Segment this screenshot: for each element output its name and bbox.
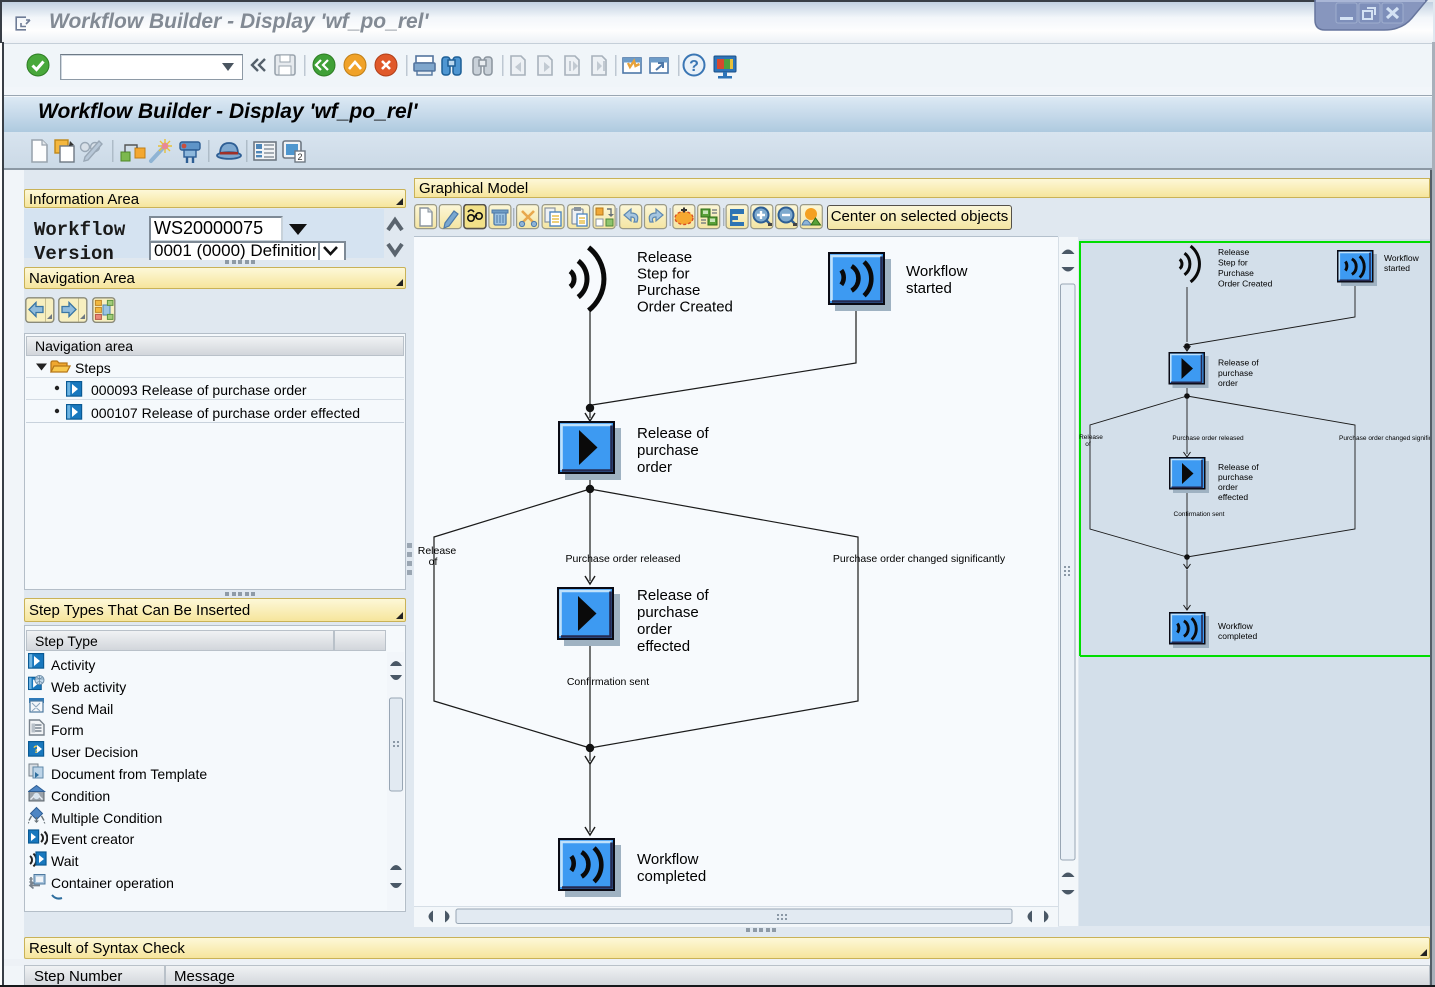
svg-text:Purchase: Purchase bbox=[637, 282, 700, 299]
svg-text:of: of bbox=[1085, 441, 1091, 448]
svg-text:Order Created: Order Created bbox=[1218, 279, 1273, 289]
svg-text:Workflow: Workflow bbox=[1218, 621, 1254, 631]
svg-text:Workflow: Workflow bbox=[906, 263, 968, 280]
svg-text:Purchase: Purchase bbox=[1218, 268, 1254, 278]
svg-text:Release of: Release of bbox=[1218, 358, 1259, 368]
svg-text:completed: completed bbox=[1218, 631, 1257, 641]
svg-text:order: order bbox=[637, 459, 672, 476]
svg-text:Purchase order released: Purchase order released bbox=[1172, 435, 1244, 442]
svg-text:purchase: purchase bbox=[1218, 368, 1253, 378]
svg-text:Confirmation sent: Confirmation sent bbox=[1174, 511, 1225, 518]
svg-text:Release: Release bbox=[1218, 247, 1249, 257]
svg-text:order: order bbox=[1218, 378, 1238, 388]
svg-text:Step for: Step for bbox=[637, 266, 690, 283]
svg-text:started: started bbox=[1384, 263, 1410, 273]
svg-text:Workflow: Workflow bbox=[1384, 253, 1420, 263]
svg-text:purchase: purchase bbox=[1218, 472, 1253, 482]
svg-text:order: order bbox=[1218, 482, 1238, 492]
svg-text:purchase: purchase bbox=[637, 442, 699, 459]
svg-text:Confirmation sent: Confirmation sent bbox=[567, 676, 649, 688]
svg-text:Release: Release bbox=[1079, 434, 1103, 441]
svg-text:effected: effected bbox=[637, 638, 690, 655]
svg-text:Purchase order released: Purchase order released bbox=[566, 553, 681, 565]
svg-text:Release: Release bbox=[637, 249, 692, 266]
svg-text:started: started bbox=[906, 280, 952, 297]
svg-text:Purchase order changed signifi: Purchase order changed significantly bbox=[833, 553, 1006, 565]
svg-text:Purchase order changed signif: Purchase order changed significant bbox=[1339, 435, 1433, 442]
svg-text:effected: effected bbox=[1218, 492, 1248, 502]
svg-text:Workflow: Workflow bbox=[637, 851, 699, 868]
svg-text:Release of: Release of bbox=[637, 425, 710, 442]
svg-text:Step for: Step for bbox=[1218, 258, 1248, 268]
svg-text:completed: completed bbox=[637, 868, 706, 885]
svg-text:order: order bbox=[637, 621, 672, 638]
svg-text:2: 2 bbox=[297, 152, 302, 162]
svg-text:?: ? bbox=[689, 58, 699, 75]
svg-text:of: of bbox=[429, 556, 438, 568]
svg-text:Release of: Release of bbox=[1218, 462, 1259, 472]
svg-text:Order Created: Order Created bbox=[637, 299, 733, 316]
svg-text:Release of: Release of bbox=[637, 587, 710, 604]
svg-text:purchase: purchase bbox=[637, 604, 699, 621]
